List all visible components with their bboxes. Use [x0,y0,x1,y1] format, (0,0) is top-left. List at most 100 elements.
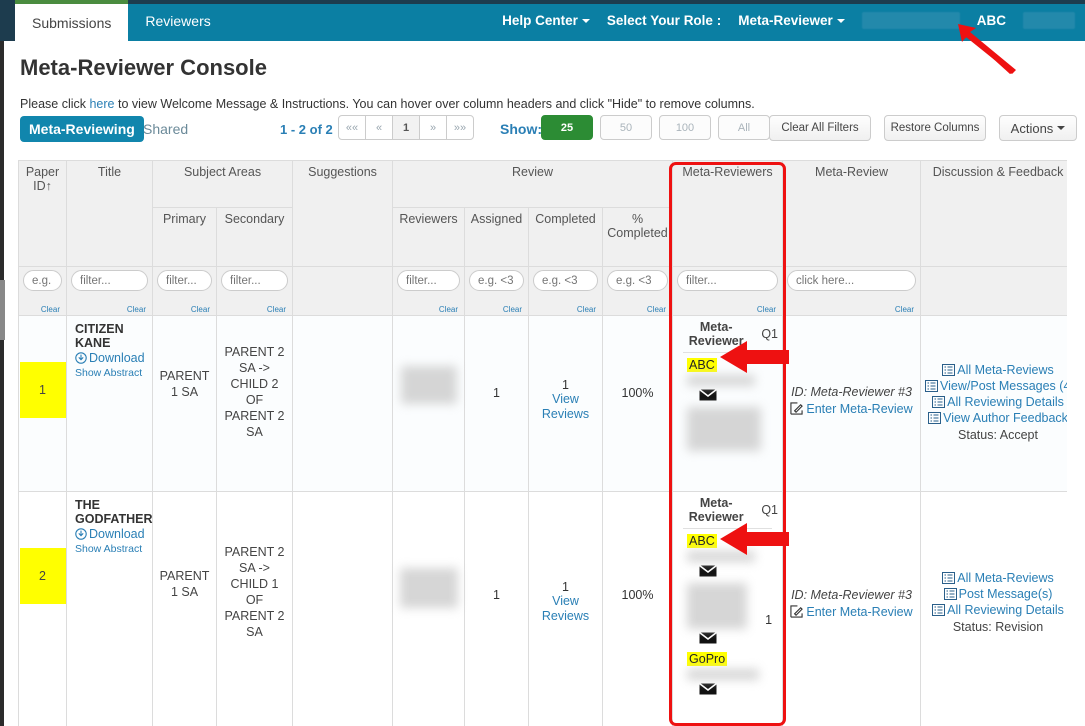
email-icon[interactable] [699,632,718,644]
col-meta-review[interactable]: Meta-Review [782,160,922,267]
all-reviewing-details-label: All Reviewing Details [947,603,1064,617]
filter-primary-input[interactable] [157,270,212,291]
clear-filter-completed[interactable]: Clear [577,305,596,314]
enter-meta-review-label: Enter Meta-Review [806,402,913,416]
enter-meta-review-link[interactable]: Enter Meta-Review [787,605,916,619]
clear-all-filters-button[interactable]: Clear All Filters [769,115,871,141]
clear-filter-primary[interactable]: Clear [191,305,210,314]
status-badge: Status: Revision [952,620,1044,634]
welcome-message-link[interactable]: here [89,97,114,111]
meta-reviewer-name[interactable]: GoPro [687,652,728,666]
col-assigned[interactable]: Assigned [464,207,530,267]
table-filter-row: Clear Clear Clear Clear Clear Clear [18,266,1067,316]
help-center-menu[interactable]: Help Center [502,13,590,28]
page-first-button[interactable]: «« [338,115,366,140]
enter-meta-review-link[interactable]: Enter Meta-Review [787,402,916,416]
page-size-50-button[interactable]: 50 [600,115,652,140]
col-group-review[interactable]: Review [392,160,674,208]
shared-tab-label[interactable]: Shared [143,121,188,137]
all-reviewing-details-link[interactable]: All Reviewing Details [925,394,1067,410]
post-messages-link[interactable]: Post Message(s) [925,586,1067,602]
scrollbar-thumb[interactable] [0,280,5,340]
clear-filter-pct-completed[interactable]: Clear [647,305,666,314]
sort-asc-icon[interactable]: ↑ [46,179,52,193]
col-suggestions[interactable]: Suggestions [292,160,394,267]
page-size-100-button[interactable]: 100 [659,115,711,140]
clear-filter-title[interactable]: Clear [127,305,146,314]
role-dropdown[interactable]: Meta-Reviewer [738,13,845,28]
cell-paper-id: 1 [18,315,67,492]
filter-title-input[interactable] [71,270,148,291]
page-number-1-button[interactable]: 1 [392,115,420,140]
actions-dropdown-button[interactable]: Actions [999,115,1077,141]
all-meta-reviews-link[interactable]: All Meta-Reviews [925,570,1067,586]
page-size-25-button[interactable]: 25 [541,115,593,140]
col-meta-reviewers[interactable]: Meta-Reviewers [672,160,784,267]
meta-reviewer-name[interactable]: ABC [687,358,717,372]
col-primary[interactable]: Primary [152,207,217,267]
filter-reviewers-input[interactable] [397,270,461,291]
col-secondary[interactable]: Secondary [215,207,294,267]
clear-filter-reviewers[interactable]: Clear [439,305,458,314]
status-badge: Status: Accept [958,428,1038,442]
clear-filter-secondary[interactable]: Clear [267,305,286,314]
col-group-subject-areas[interactable]: Subject Areas [151,160,294,208]
tab-reviewers[interactable]: Reviewers [128,0,227,41]
edit-pencil-icon [790,605,804,618]
edit-pencil-icon [790,402,804,415]
tab-submissions[interactable]: Submissions [15,0,129,41]
list-icon [932,396,946,408]
download-link[interactable]: Download [75,527,148,541]
filter-paper-id-input[interactable] [23,270,62,291]
meta-reviewer-name-redacted [687,583,748,629]
paper-id-badge: 1 [19,362,66,418]
view-author-feedback-link[interactable]: View Author Feedback [925,410,1067,426]
view-reviews-link[interactable]: View Reviews [533,392,598,422]
filter-completed-input[interactable] [533,270,599,291]
list-icon [928,412,942,424]
col-completed[interactable]: Completed [528,207,604,267]
show-abstract-link[interactable]: Show Abstract [75,367,148,379]
page-size-all-button[interactable]: All [718,115,770,140]
filter-meta-reviewers-input[interactable] [677,270,779,291]
page-last-button[interactable]: »» [446,115,474,140]
clear-filter-assigned[interactable]: Clear [503,305,522,314]
col-discussion-feedback[interactable]: Discussion & Feedback [920,160,1067,267]
filter-pct-completed-input[interactable] [607,270,669,291]
col-reviewers[interactable]: Reviewers [392,207,466,267]
page-next-button[interactable]: » [419,115,447,140]
download-link[interactable]: Download [75,351,148,365]
clear-filter-paper-id[interactable]: Clear [41,305,60,314]
col-pct-completed[interactable]: % Completed [602,207,674,267]
filter-meta-review-input[interactable] [787,270,917,291]
table-row[interactable]: 1 CITIZEN KANE Download Show Abstract PA… [18,315,1067,492]
cell-discussion-feedback: All Meta-Reviews Post Message(s) All Rev… [920,491,1067,726]
all-reviewing-details-link[interactable]: All Reviewing Details [925,602,1067,618]
show-abstract-link[interactable]: Show Abstract [75,543,148,555]
all-meta-reviews-link[interactable]: All Meta-Reviews [925,362,1067,378]
assigned-count: 1 [493,588,500,602]
col-title[interactable]: Title [66,160,153,267]
paper-title: THE GODFATHER [75,498,153,526]
filter-cell-assigned: Clear [464,266,530,316]
view-reviews-link[interactable]: View Reviews [533,594,598,624]
chevron-down-icon [581,19,590,24]
list-icon [925,380,939,392]
table-row[interactable]: 2 THE GODFATHER Download Show Abstract P… [18,491,1067,726]
tab-submissions-label: Submissions [32,14,112,31]
email-icon[interactable] [699,565,718,577]
col-paper-id[interactable]: Paper ID↑ [18,160,67,267]
clear-filter-meta-reviewers[interactable]: Clear [757,305,776,314]
restore-columns-button[interactable]: Restore Columns [884,115,986,141]
email-icon[interactable] [699,683,718,695]
submissions-table-wrapper[interactable]: Paper ID↑ Title Subject Areas Suggestion… [18,160,1067,726]
page-prev-button[interactable]: « [365,115,393,140]
filter-secondary-input[interactable] [221,270,289,291]
primary-subject-area: PARENT 1 SA [159,369,210,399]
clear-filter-meta-review[interactable]: Clear [895,305,914,314]
filter-assigned-input[interactable] [469,270,525,291]
meta-reviewer-name[interactable]: ABC [687,534,717,548]
view-post-messages-link[interactable]: View/Post Messages (4) [925,378,1067,394]
email-icon[interactable] [699,389,718,401]
meta-reviewing-tab-badge[interactable]: Meta-Reviewing [20,116,144,142]
